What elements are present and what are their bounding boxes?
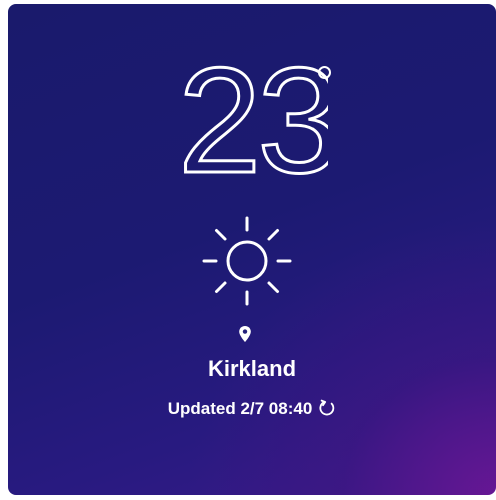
temperature-display: 23 (8, 56, 496, 186)
location-name: Kirkland (207, 356, 297, 381)
weather-card[interactable]: 23 Kirkland Updated 2/7 08:40 (8, 4, 496, 495)
map-pin-icon (239, 326, 251, 342)
refresh-icon[interactable] (318, 399, 336, 417)
temperature-value: 23 (178, 60, 328, 180)
sun-icon (202, 216, 292, 306)
updated-row: Updated 2/7 08:40 (8, 399, 496, 419)
updated-timestamp: Updated 2/7 08:40 (167, 399, 313, 418)
temperature-value-graphic: 23 (178, 60, 328, 180)
degree-symbol (318, 66, 331, 79)
